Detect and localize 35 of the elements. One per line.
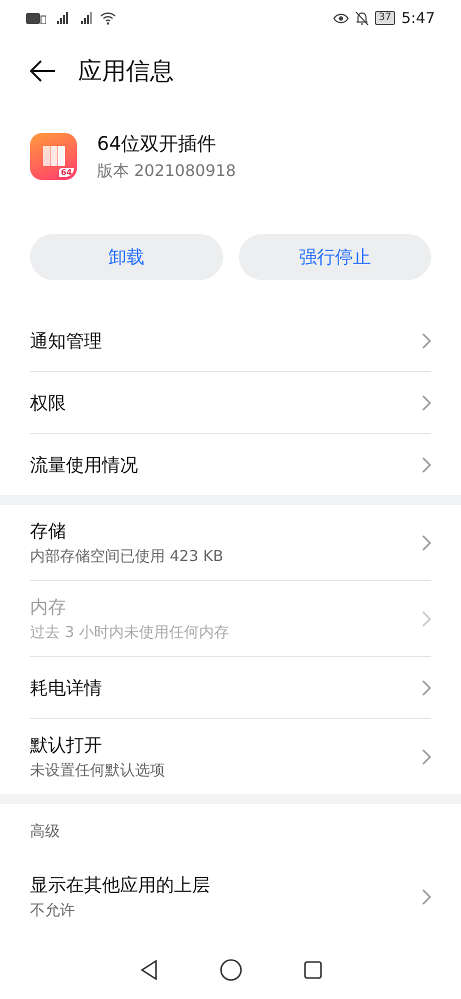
setting-subtitle: 未设置任何默认选项 xyxy=(30,761,166,780)
setting-title[interactable]: 权限 xyxy=(30,390,422,414)
chevron-right-icon xyxy=(422,456,431,472)
app-name: 64位双开插件 xyxy=(97,132,218,156)
chevron-right-icon xyxy=(422,534,431,550)
chevron-right-icon xyxy=(422,610,431,626)
setting-title[interactable]: 耗电详情 xyxy=(30,676,422,700)
bell-off-icon xyxy=(354,10,369,26)
setting-title[interactable]: 通知管理 xyxy=(30,328,422,352)
home-nav-icon[interactable] xyxy=(220,959,242,981)
chevron-right-icon xyxy=(422,394,431,410)
setting-subtitle: 内部存储空间已使用 423 KB xyxy=(30,547,224,566)
setting-title[interactable]: 显示在其他应用的上层 xyxy=(30,873,422,897)
page-title: 应用信息 xyxy=(78,56,174,87)
app-icon: 64 xyxy=(30,132,77,180)
setting-title[interactable]: 流量使用情况 xyxy=(30,452,422,476)
setting-subtitle: 不允许 xyxy=(30,901,76,920)
chevron-right-icon xyxy=(422,680,431,696)
clock-time: 5:47 xyxy=(401,9,435,27)
chevron-right-icon xyxy=(422,332,431,348)
app-version: 版本 2021080918 xyxy=(97,160,236,182)
eye-icon xyxy=(332,12,349,24)
recents-nav-icon[interactable] xyxy=(304,961,322,979)
section-heading: 高级 xyxy=(30,821,61,842)
back-nav-icon[interactable] xyxy=(140,960,158,980)
setting-subtitle: 过去 3 小时内未使用任何内存 xyxy=(30,623,230,642)
wifi-icon xyxy=(100,12,116,24)
chevron-right-icon xyxy=(422,888,431,904)
action-button[interactable]: 强行停止 xyxy=(238,234,431,280)
setting-title[interactable]: 默认打开 xyxy=(30,733,422,757)
setting-title[interactable]: 存储 xyxy=(30,519,422,543)
action-button[interactable]: 卸载 xyxy=(30,234,222,280)
battery-level: 37 xyxy=(374,11,396,25)
chevron-right-icon xyxy=(422,748,431,764)
back-arrow-icon[interactable] xyxy=(30,60,56,82)
